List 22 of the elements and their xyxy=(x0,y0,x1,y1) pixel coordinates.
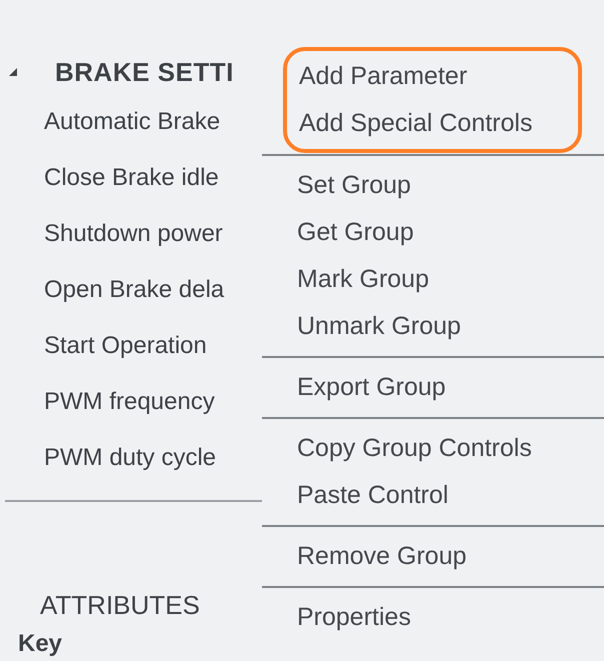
menu-item[interactable]: Mark Group xyxy=(297,260,429,298)
menu-item[interactable]: Export Group xyxy=(297,368,446,406)
menu-item[interactable]: Remove Group xyxy=(297,538,467,576)
menu-item[interactable]: Paste Control xyxy=(297,476,448,514)
tree-item[interactable]: Shutdown power xyxy=(44,216,223,252)
menu-item[interactable]: Get Group xyxy=(297,214,414,252)
tree-item[interactable]: Close Brake idle xyxy=(44,160,219,196)
menu-item[interactable]: Unmark Group xyxy=(297,308,461,346)
attributes-title: ATTRIBUTES xyxy=(40,588,200,622)
tree-item[interactable]: Automatic Brake xyxy=(44,104,220,140)
group-title: BRAKE SETTI xyxy=(55,56,234,88)
menu-item[interactable]: Properties xyxy=(297,598,411,636)
tree-item[interactable]: PWM frequency xyxy=(44,384,215,420)
tree-item[interactable]: Start Operation xyxy=(44,328,207,364)
menu-item[interactable]: Set Group xyxy=(297,166,411,204)
collapse-triangle-icon[interactable] xyxy=(8,67,18,77)
tree-item[interactable]: PWM duty cycle xyxy=(44,440,216,476)
menu-item[interactable]: Add Parameter xyxy=(299,58,468,96)
column-header: Key xyxy=(18,630,62,657)
menu-item[interactable]: Add Special Controls xyxy=(299,104,532,142)
tree-item[interactable]: Open Brake dela xyxy=(44,272,224,308)
menu-item[interactable]: Copy Group Controls xyxy=(297,430,532,468)
